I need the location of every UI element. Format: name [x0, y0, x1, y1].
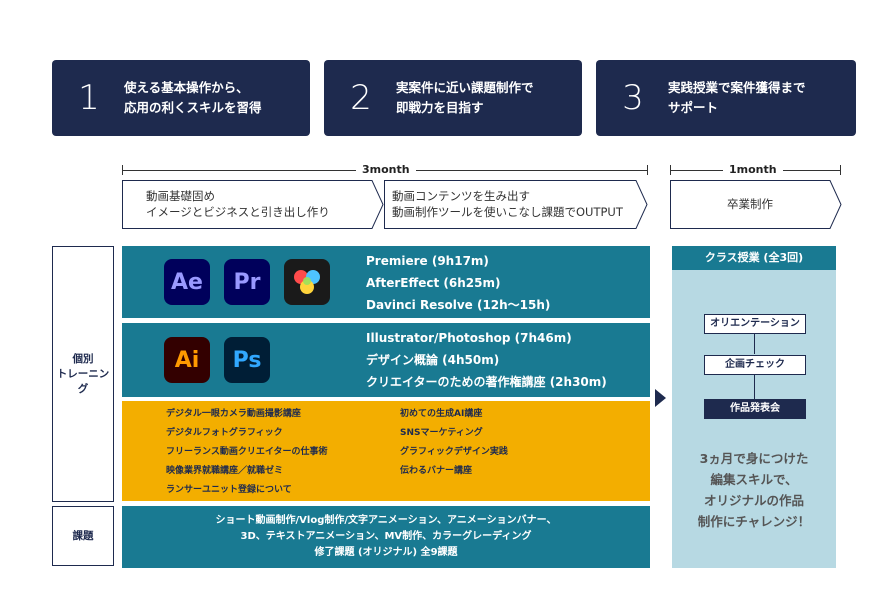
flow-connector	[754, 334, 755, 354]
course-item: デジタル一眼カメラ動画撮影講座	[166, 409, 301, 419]
course-item: SNSマーケティング	[400, 428, 483, 438]
step-text: 実案件に近い課題制作で 即戦力を目指す	[396, 80, 534, 115]
video-course-panel: Ae Pr Premiere (9h17m) AfterEffect (6h25…	[122, 246, 650, 318]
extra-course-list-right: 初めての生成AI講座 SNSマーケティング グラフィックデザイン実践 伝わるバナ…	[400, 405, 508, 481]
phase-box-3: 卒業制作	[670, 180, 842, 229]
course-item: 初めての生成AI講座	[400, 409, 483, 419]
course-item: ランサーユニット登録について	[166, 485, 292, 495]
phase-label: 卒業制作	[727, 197, 773, 211]
class-step-orientation: オリエンテーション	[704, 314, 806, 334]
course-item: デザイン概論 (4h50m)	[366, 353, 500, 367]
assignment-panel: ショート動画制作/Vlog制作/文字アニメーション、アニメーションバナー、 3D…	[122, 506, 650, 568]
design-course-list: Illustrator/Photoshop (7h46m) デザイン概論 (4h…	[366, 327, 607, 393]
class-step-planning-check: 企画チェック	[704, 355, 806, 375]
step-number: 3	[622, 78, 644, 118]
triangle-arrow-icon	[655, 389, 666, 407]
step-number: 2	[350, 78, 372, 118]
davinci-resolve-icon	[284, 259, 330, 305]
assignment-line: ショート動画制作/Vlog制作/文字アニメーション、アニメーションバナー、	[215, 515, 557, 526]
illustrator-icon: Ai	[164, 337, 210, 383]
assignment-label: 課題	[52, 506, 114, 566]
timeline-tick	[670, 165, 671, 175]
flow-connector	[754, 375, 755, 399]
course-item: Illustrator/Photoshop (7h46m)	[366, 331, 572, 345]
timeline-label-1month: 1month	[723, 163, 783, 176]
course-item: 映像業界就職講座／就職ゼミ	[166, 466, 284, 476]
class-panel-header: クラス授業 (全3回)	[672, 246, 836, 270]
photoshop-icon: Ps	[224, 337, 270, 383]
design-course-panel: Ai Ps Illustrator/Photoshop (7h46m) デザイン…	[122, 323, 650, 397]
step-number: 1	[78, 78, 100, 118]
course-item: クリエイターのための著作権講座 (2h30m)	[366, 375, 607, 389]
assignment-line: 3D、テキストアニメーション、MV制作、カラーグレーディング	[240, 531, 532, 542]
step-card-2: 2 実案件に近い課題制作で 即戦力を目指す	[324, 60, 582, 136]
video-course-list: Premiere (9h17m) AfterEffect (6h25m) Dav…	[366, 250, 550, 316]
class-summary-text: 3ヵ月で身につけた 編集スキルで、 オリジナルの作品 制作にチャレンジ！	[697, 451, 811, 529]
timeline-tick	[122, 165, 123, 175]
phase-box-1: 動画基礎固め イメージとビジネスと引き出し作り	[122, 180, 384, 229]
course-item: フリーランス動画クリエイターの仕事術	[166, 447, 328, 457]
timeline-tick	[647, 165, 648, 175]
after-effects-icon: Ae	[164, 259, 210, 305]
course-item: 伝わるバナー講座	[400, 466, 473, 476]
timeline-tick	[840, 165, 841, 175]
step-text: 実践授業で案件獲得まで サポート	[668, 80, 806, 115]
premiere-icon: Pr	[224, 259, 270, 305]
course-item: Davinci Resolve (12h～15h)	[366, 298, 551, 312]
timeline-label-3month: 3month	[356, 163, 416, 176]
phase-box-2: 動画コンテンツを生み出す 動画制作ツールを使いこなし課題でOUTPUT	[384, 180, 648, 229]
step-text: 使える基本操作から、 応用の利くスキルを習得	[124, 80, 262, 115]
extra-course-panel: デジタル一眼カメラ動画撮影講座 デジタルフォトグラフィック フリーランス動画クリ…	[122, 401, 650, 501]
phase-label: 動画コンテンツを生み出す 動画制作ツールを使いこなし課題でOUTPUT	[392, 189, 623, 219]
extra-course-list-left: デジタル一眼カメラ動画撮影講座 デジタルフォトグラフィック フリーランス動画クリ…	[166, 405, 327, 500]
course-item: AfterEffect (6h25m)	[366, 276, 501, 290]
step-card-3: 3 実践授業で案件獲得まで サポート	[596, 60, 856, 136]
course-item: Premiere (9h17m)	[366, 254, 489, 268]
assignment-line: 修了課題 (オリジナル) 全9課題	[314, 547, 458, 558]
course-item: グラフィックデザイン実践	[400, 447, 508, 457]
step-card-1: 1 使える基本操作から、 応用の利くスキルを習得	[52, 60, 310, 136]
individual-training-label: 個別 トレーニング	[52, 246, 114, 502]
phase-label: 動画基礎固め イメージとビジネスと引き出し作り	[146, 189, 330, 219]
course-item: デジタルフォトグラフィック	[166, 428, 283, 438]
class-step-presentation: 作品発表会	[704, 399, 806, 419]
